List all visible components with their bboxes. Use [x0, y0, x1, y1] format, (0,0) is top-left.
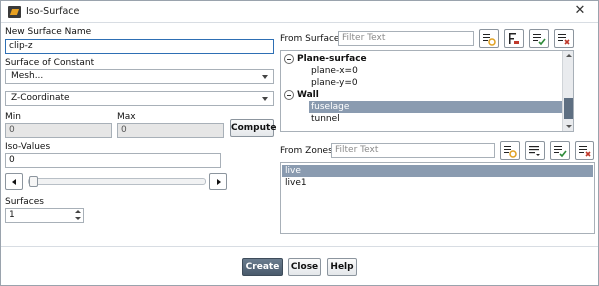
vertical-scrollbar[interactable] — [562, 51, 573, 131]
scrollbar-thumb[interactable] — [564, 98, 573, 119]
iso-values-input[interactable]: 0 — [5, 153, 221, 168]
new-surface-name-label: New Surface Name — [5, 27, 92, 37]
select-all-icon — [504, 146, 517, 158]
constant-category-value: Mesh... — [11, 71, 44, 81]
tree-group[interactable]: Wall — [297, 89, 557, 101]
constant-category-dropdown[interactable]: Mesh... — [5, 69, 274, 84]
collapse-icon[interactable] — [284, 54, 294, 64]
zones-select-all-button[interactable] — [500, 141, 520, 160]
scroll-down-icon[interactable] — [566, 125, 572, 128]
zones-check-all-button[interactable] — [550, 141, 570, 160]
surfaces-value: 1 — [9, 210, 15, 220]
spin-up-icon[interactable] — [75, 210, 81, 213]
select-all-icon — [483, 34, 496, 46]
filter-options-button[interactable] — [529, 29, 549, 48]
zones-filter-options-button[interactable] — [525, 141, 545, 160]
filter-options-icon — [533, 34, 546, 46]
tree-item-selected[interactable]: fuselage — [309, 101, 562, 113]
chevron-down-icon — [262, 75, 268, 79]
filter-options-icon — [529, 146, 540, 156]
iso-surface-dialog: Iso-Surface ✕ New Surface Name clip-z Su… — [0, 0, 599, 286]
clear-selection-button[interactable] — [554, 29, 574, 48]
zone-item[interactable]: live1 — [282, 177, 593, 189]
surface-of-constant-label: Surface of Constant — [5, 58, 95, 68]
slider-decrement-button[interactable] — [5, 173, 23, 190]
surfaces-spinner[interactable] — [74, 208, 82, 223]
tree-item[interactable]: plane-x=0 — [311, 65, 557, 77]
chevron-down-icon — [262, 97, 268, 101]
from-surface-label: From Surface — [280, 34, 340, 44]
zones-clear-selection-button[interactable] — [575, 141, 594, 160]
arrow-left-icon — [12, 179, 16, 185]
clear-selection-icon — [558, 34, 570, 45]
iso-values-label: Iso-Values — [5, 142, 51, 152]
from-surface-filter-placeholder: Filter Text — [342, 33, 386, 43]
constant-field-value: Z-Coordinate — [11, 93, 70, 103]
slider-increment-button[interactable] — [209, 173, 227, 190]
spin-down-icon[interactable] — [75, 217, 81, 220]
max-label: Max — [117, 112, 136, 122]
tree-group[interactable]: Plane-surface — [297, 53, 557, 65]
from-zones-list[interactable]: live live1 — [280, 162, 595, 234]
from-zones-label: From Zones — [280, 146, 333, 156]
surfaces-label: Surfaces — [5, 197, 44, 207]
max-value-field: 0 — [117, 123, 224, 138]
tree-item[interactable]: tunnel — [311, 113, 557, 125]
help-button[interactable]: Help — [327, 258, 357, 276]
arrow-right-icon — [217, 179, 221, 185]
deselect-all-button[interactable] — [504, 29, 524, 48]
from-surface-filter-input[interactable]: Filter Text — [338, 31, 474, 46]
select-all-button[interactable] — [479, 29, 499, 48]
slider-thumb[interactable] — [29, 176, 38, 187]
scroll-up-icon[interactable] — [566, 54, 572, 57]
check-all-icon — [554, 146, 567, 158]
from-zones-filter-input[interactable]: Filter Text — [331, 143, 495, 158]
close-icon[interactable]: ✕ — [572, 3, 588, 19]
surfaces-stepper[interactable]: 1 — [5, 208, 84, 223]
from-surface-list[interactable]: Plane-surface plane-x=0 plane-y=0 Wall f… — [280, 50, 574, 132]
close-button[interactable]: Close — [288, 258, 321, 276]
deselect-all-icon — [509, 33, 519, 44]
tree-item[interactable]: plane-y=0 — [311, 77, 557, 89]
collapse-icon[interactable] — [284, 90, 294, 100]
min-label: Min — [5, 112, 21, 122]
iso-value-slider[interactable] — [28, 178, 206, 185]
window-title: Iso-Surface — [26, 6, 80, 17]
zone-item-selected[interactable]: live — [282, 165, 593, 177]
footer-divider — [1, 246, 598, 247]
new-surface-name-input[interactable]: clip-z — [5, 39, 274, 54]
app-logo-icon — [8, 6, 21, 18]
constant-field-dropdown[interactable]: Z-Coordinate — [5, 91, 274, 106]
from-zones-filter-placeholder: Filter Text — [335, 145, 379, 155]
clear-selection-icon — [579, 146, 591, 157]
compute-button[interactable]: Compute — [230, 119, 276, 137]
title-bar: Iso-Surface ✕ — [1, 1, 598, 23]
min-value-field: 0 — [5, 123, 112, 138]
create-button[interactable]: Create — [242, 258, 283, 276]
